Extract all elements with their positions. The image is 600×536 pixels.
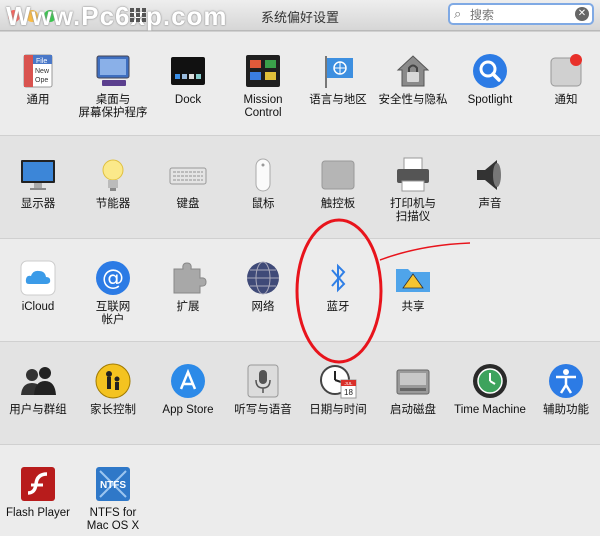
annotation-circle [295,218,383,364]
annotation-overlay [295,218,471,364]
annotation-line [379,242,471,261]
